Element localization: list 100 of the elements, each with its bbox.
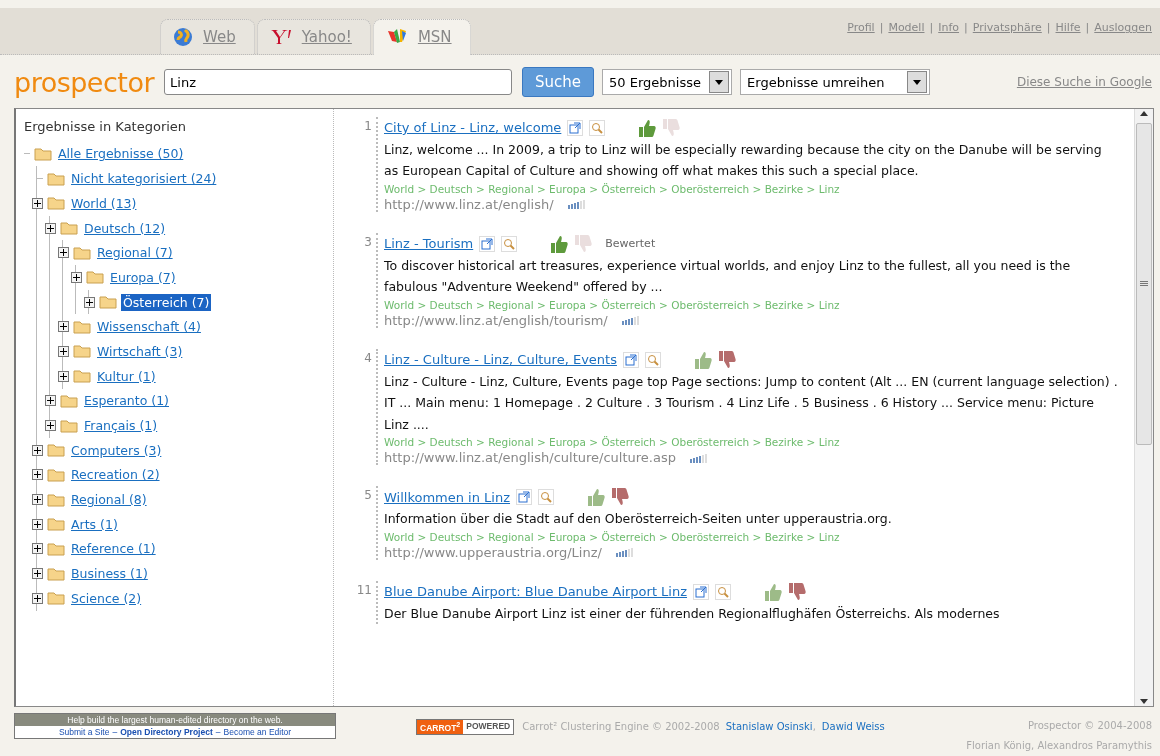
new-window-icon[interactable] [567, 119, 584, 136]
thumbs-down-icon[interactable] [661, 117, 682, 138]
category-link[interactable]: Business (1) [69, 565, 150, 583]
new-window-icon[interactable] [622, 351, 639, 368]
category-link[interactable]: Reference (1) [69, 540, 158, 558]
search-button[interactable]: Suche [522, 67, 595, 98]
folder-icon [99, 295, 117, 310]
expand-toggle[interactable] [45, 420, 56, 432]
google-search-link[interactable]: Diese Suche in Google [1016, 75, 1152, 90]
category-link[interactable]: Kultur (1) [95, 367, 158, 385]
category-link[interactable]: Österreich (7) [121, 293, 212, 311]
result-title-link[interactable]: Willkommen in Linz [384, 489, 511, 505]
magnifier-icon[interactable] [589, 119, 606, 136]
powered-badge[interactable]: CARROT$^{2}$ POWERED [416, 719, 515, 735]
header-link[interactable]: Info [938, 21, 960, 35]
magnifier-icon[interactable] [715, 583, 732, 600]
header-link[interactable]: Profil [847, 21, 875, 35]
expand-toggle[interactable] [58, 247, 69, 259]
category-link[interactable]: Computers (3) [69, 441, 164, 459]
folder-icon [60, 221, 78, 236]
expand-toggle[interactable] [32, 592, 43, 604]
search-tab[interactable]: MSN [372, 18, 471, 55]
grip-icon [1140, 280, 1148, 287]
folder-icon [47, 591, 65, 606]
category-link[interactable]: Wissenschaft (4) [95, 318, 203, 336]
engine-credit: Carrot² Clustering Engine © 2002-2008 [522, 721, 720, 732]
author-link[interactable]: Stanislaw Osinski [725, 721, 813, 732]
scrollbar[interactable] [1134, 108, 1153, 706]
category-link[interactable]: Français (1) [82, 417, 160, 435]
author-link[interactable]: Dawid Weiss [821, 721, 885, 732]
header-link[interactable]: Privatsphäre [972, 21, 1042, 35]
expand-toggle[interactable] [32, 568, 43, 580]
thumbs-down-icon[interactable] [716, 349, 737, 370]
expand-toggle[interactable] [32, 197, 43, 209]
result-title-link[interactable]: Linz - Tourism [384, 236, 474, 252]
search-field[interactable]: Linz [164, 69, 513, 96]
thumbs-up-icon[interactable] [586, 487, 607, 508]
category-link[interactable]: World (13) [69, 194, 139, 212]
thumbs-up-icon[interactable] [763, 581, 784, 602]
expand-toggle[interactable] [45, 395, 56, 407]
thumbs-up-icon[interactable] [549, 233, 570, 254]
category-link[interactable]: Regional (8) [69, 491, 149, 509]
thumbs-up-icon[interactable] [637, 117, 658, 138]
search-tab[interactable]: Yahoo! [256, 18, 371, 54]
category-link[interactable]: Alle Ergebnisse (50) [56, 145, 186, 163]
magnifier-icon[interactable] [501, 235, 518, 252]
expand-toggle[interactable] [32, 543, 43, 555]
expand-toggle[interactable] [58, 321, 69, 333]
category-path: World > Deutsch > Regional > Europa > Österreich > Oberösterreich > Bezirke > Linz [384, 298, 841, 311]
result-title-link[interactable]: Linz - Culture - Linz, Culture, Events [384, 352, 617, 368]
expand-toggle[interactable] [58, 370, 69, 382]
search-tab[interactable]: Web [160, 18, 255, 54]
category-link[interactable]: Esperanto (1) [82, 392, 171, 410]
dropdown[interactable]: 50 Ergebnisse [602, 69, 733, 96]
category-link[interactable]: Deutsch (12) [82, 219, 168, 237]
result-snippet: Information über die Stadt auf den Oberösterreich-Seiten unter upperaustria.org. [384, 510, 893, 529]
sidebar-title: Ergebnisse in Kategorien [24, 118, 188, 134]
separator: | [929, 21, 934, 35]
credit-text: Prospector © 2004-2008 [1026, 719, 1152, 733]
thumbs-down-icon[interactable] [573, 233, 594, 254]
new-window-icon[interactable] [479, 235, 496, 252]
category-link[interactable]: Regional (7) [95, 244, 175, 262]
thumbs-down-icon[interactable] [610, 487, 631, 508]
scroll-thumb[interactable] [1136, 122, 1152, 445]
magnifier-icon[interactable] [538, 489, 555, 506]
result-title-link[interactable]: City of Linz - Linz, welcome [384, 120, 562, 136]
category-link[interactable]: Nicht kategorisiert (24) [69, 170, 219, 188]
folder-icon [60, 393, 78, 408]
folder-icon [73, 344, 91, 359]
header-link[interactable]: Modell [888, 21, 925, 35]
category-link[interactable]: Science (2) [69, 589, 144, 607]
folder-icon [47, 467, 65, 482]
dropdown[interactable]: Ergebnisse umreihen [740, 69, 931, 96]
result-snippet: To discover historical art treasures, experience virtual worlds, and enjoy Linz to the fullest, all you need is the fabulous "Adventure Weekend" offered by ... [384, 256, 1072, 297]
category-link[interactable]: Recreation (2) [69, 466, 162, 484]
expand-toggle[interactable] [32, 469, 43, 481]
thumbs-up-icon[interactable] [692, 349, 713, 370]
category-link[interactable]: Europa (7) [108, 268, 178, 286]
expand-toggle[interactable] [71, 271, 82, 283]
odp-link[interactable]: Become an Editor [223, 727, 292, 737]
new-window-icon[interactable] [693, 583, 710, 600]
expand-toggle[interactable] [32, 518, 43, 530]
category-link[interactable]: Arts (1) [69, 515, 120, 533]
result-title-link[interactable]: Blue Danube Airport: Blue Danube Airport Linz [384, 584, 688, 600]
folder-icon [47, 443, 65, 458]
odp-text: Help build the largest human-edited directory on the web. [15, 714, 335, 726]
category-link[interactable]: Wirtschaft (3) [95, 343, 185, 360]
scroll-down-icon[interactable] [1140, 696, 1148, 706]
expand-toggle[interactable] [32, 494, 43, 506]
expand-toggle[interactable] [32, 444, 43, 456]
odp-link[interactable]: Submit a Site [58, 727, 110, 737]
odp-link[interactable]: Open Directory Project [120, 727, 213, 737]
header-link[interactable]: Ausloggen [1094, 21, 1152, 35]
expand-toggle[interactable] [45, 222, 56, 234]
new-window-icon[interactable] [516, 489, 533, 506]
thumbs-down-icon[interactable] [787, 581, 808, 602]
magnifier-icon[interactable] [644, 351, 661, 368]
expand-toggle[interactable] [84, 296, 95, 308]
expand-toggle[interactable] [58, 346, 69, 357]
result-rank: 4 [363, 349, 372, 367]
